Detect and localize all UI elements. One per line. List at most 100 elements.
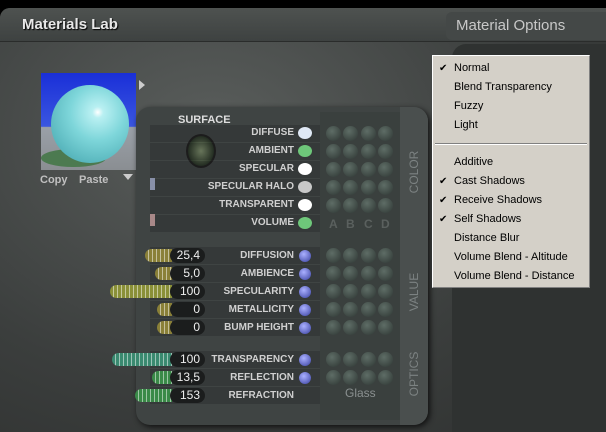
- menu-item-label: Additive: [454, 156, 494, 168]
- value-preset-slot[interactable]: [378, 248, 393, 263]
- value-preset-slot[interactable]: [378, 284, 393, 299]
- value-preset-slot[interactable]: [361, 320, 376, 335]
- color-preset-slot[interactable]: [326, 180, 341, 195]
- color-swatch-diffuse[interactable]: [298, 127, 312, 139]
- optics-preset-slot[interactable]: [361, 370, 376, 385]
- material-options-header: Material Options: [446, 12, 606, 40]
- paste-button[interactable]: Paste: [79, 174, 108, 186]
- value-preset-slot[interactable]: [378, 302, 393, 317]
- optics-preset-slot[interactable]: [326, 352, 341, 367]
- window-title: Materials Lab: [22, 16, 118, 33]
- color-preset-slot[interactable]: [361, 198, 376, 213]
- optics-label: REFRACTION: [228, 390, 294, 401]
- color-preset-slot[interactable]: [378, 162, 393, 177]
- color-preset-slot[interactable]: [343, 126, 358, 141]
- color-swatch-specular[interactable]: [298, 163, 312, 175]
- value-label: METALLICITY: [228, 304, 294, 315]
- color-preset-slot[interactable]: [343, 198, 358, 213]
- value-preset-slot[interactable]: [326, 284, 341, 299]
- check-icon: ✔: [439, 195, 448, 206]
- check-icon: ✔: [439, 176, 448, 187]
- color-swatch-transparent[interactable]: [298, 199, 312, 211]
- optics-preset-slot[interactable]: [361, 352, 376, 367]
- menu-item-label: Cast Shadows: [454, 175, 525, 187]
- optics-label: TRANSPARENCY: [211, 354, 294, 365]
- value-preset-slot[interactable]: [326, 302, 341, 317]
- copy-button[interactable]: Copy: [40, 174, 68, 186]
- color-swatch-volume[interactable]: [298, 217, 312, 229]
- value-preset-slot[interactable]: [361, 248, 376, 263]
- color-preset-slot[interactable]: [361, 144, 376, 159]
- preview-menu-arrow-icon[interactable]: [123, 174, 133, 180]
- value-preset-slot[interactable]: [343, 284, 358, 299]
- value-section-label: VALUE: [407, 272, 421, 312]
- material-preview[interactable]: [41, 73, 136, 170]
- optics-label: REFLECTION: [230, 372, 294, 383]
- value-preset-slot[interactable]: [361, 302, 376, 317]
- value-preset-slot[interactable]: [361, 266, 376, 281]
- volume-slider-handle[interactable]: [150, 214, 155, 226]
- color-preset-slot[interactable]: [326, 144, 341, 159]
- menu-item-label: Light: [454, 119, 478, 131]
- color-preset-slot[interactable]: [378, 180, 393, 195]
- value-preset-slot[interactable]: [326, 266, 341, 281]
- menu-item-additive[interactable]: Additive: [433, 153, 589, 172]
- column-label: C: [364, 217, 373, 231]
- menu-item-normal[interactable]: ✔ Normal: [433, 59, 589, 78]
- menu-item-self-shadows[interactable]: ✔ Self Shadows: [433, 210, 589, 229]
- value-preset-slot[interactable]: [343, 248, 358, 263]
- menu-item-label: Normal: [454, 62, 490, 74]
- value-preset-slot[interactable]: [326, 248, 341, 263]
- preview-sphere: [51, 85, 129, 163]
- value-link-button[interactable]: [299, 268, 311, 280]
- optics-preset-slot[interactable]: [326, 370, 341, 385]
- color-preset-slot[interactable]: [361, 162, 376, 177]
- color-slider-handle[interactable]: [150, 178, 155, 190]
- color-preset-slot[interactable]: [343, 144, 358, 159]
- value-link-button[interactable]: [299, 322, 311, 334]
- menu-item-label: Fuzzy: [454, 100, 484, 112]
- color-preset-slot[interactable]: [326, 162, 341, 177]
- color-preset-slot[interactable]: [361, 180, 376, 195]
- color-label: TRANSPARENT: [219, 199, 294, 210]
- optics-preset-slot[interactable]: [343, 352, 358, 367]
- value-preset-slot[interactable]: [326, 320, 341, 335]
- menu-item-blend-transparency[interactable]: Blend Transparency: [433, 78, 589, 97]
- value-preset-slot[interactable]: [361, 284, 376, 299]
- value-label: DIFFUSION: [240, 250, 294, 261]
- menu-item-light[interactable]: Light: [433, 116, 589, 135]
- color-preset-slot[interactable]: [378, 144, 393, 159]
- color-swatch-ambient[interactable]: [298, 145, 312, 157]
- material-options-menu: ✔ Normal Blend Transparency Fuzzy Light Addit…: [432, 55, 590, 288]
- value-label: BUMP HEIGHT: [224, 322, 294, 333]
- value-link-button[interactable]: [299, 304, 311, 316]
- menu-item-distance-blur[interactable]: Distance Blur: [433, 229, 589, 248]
- value-preset-slot[interactable]: [343, 302, 358, 317]
- value-preset-slot[interactable]: [343, 266, 358, 281]
- preview-expand-arrow-icon[interactable]: [139, 80, 145, 90]
- menu-item-cast-shadows[interactable]: ✔ Cast Shadows: [433, 172, 589, 191]
- value-link-button[interactable]: [299, 250, 311, 262]
- color-preset-slot[interactable]: [343, 180, 358, 195]
- optics-preset-slot[interactable]: [343, 370, 358, 385]
- menu-item-volume-blend-altitude[interactable]: Volume Blend - Altitude: [433, 248, 589, 267]
- column-label: B: [346, 217, 355, 231]
- value-preset-slot[interactable]: [378, 320, 393, 335]
- color-preset-slot[interactable]: [361, 126, 376, 141]
- optics-link-button[interactable]: [299, 372, 311, 384]
- optics-preset-slot[interactable]: [378, 352, 393, 367]
- menu-item-fuzzy[interactable]: Fuzzy: [433, 97, 589, 116]
- color-preset-slot[interactable]: [378, 198, 393, 213]
- color-preset-slot[interactable]: [326, 198, 341, 213]
- menu-item-receive-shadows[interactable]: ✔ Receive Shadows: [433, 191, 589, 210]
- color-preset-slot[interactable]: [378, 126, 393, 141]
- optics-link-button[interactable]: [299, 354, 311, 366]
- color-swatch-specular-halo[interactable]: [298, 181, 312, 193]
- value-preset-slot[interactable]: [343, 320, 358, 335]
- color-preset-slot[interactable]: [326, 126, 341, 141]
- color-preset-slot[interactable]: [343, 162, 358, 177]
- menu-item-volume-blend-distance[interactable]: Volume Blend - Distance: [433, 267, 589, 286]
- value-link-button[interactable]: [299, 286, 311, 298]
- optics-preset-slot[interactable]: [378, 370, 393, 385]
- value-preset-slot[interactable]: [378, 266, 393, 281]
